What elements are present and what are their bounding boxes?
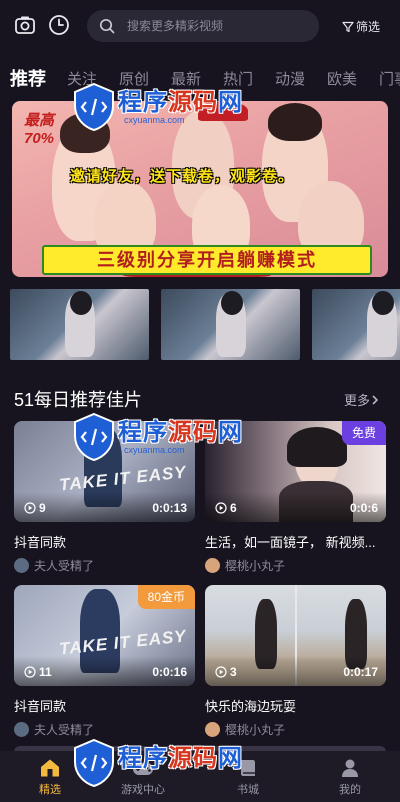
filter-button[interactable]: 筛选 — [342, 18, 380, 35]
author-row[interactable]: 樱桃小丸子 — [205, 557, 386, 574]
play-count: 6 — [215, 501, 237, 515]
tab-anime[interactable]: 动漫 — [275, 68, 305, 89]
author-row[interactable]: 樱桃小丸子 — [205, 721, 386, 738]
section-title: 51每日推荐佳片 — [14, 390, 143, 410]
filter-label: 筛选 — [356, 20, 381, 34]
author-name: 樱桃小丸子 — [225, 723, 286, 737]
play-circle-icon — [24, 666, 36, 678]
video-cover[interactable]: 3 0:0:17 — [205, 585, 386, 686]
thumbnail[interactable] — [161, 289, 300, 360]
play-circle-icon — [24, 502, 36, 514]
video-title[interactable]: 抖音同款 — [14, 532, 195, 551]
watermark-shield-icon — [74, 738, 114, 788]
video-duration: 0:0:13 — [152, 501, 187, 515]
avatar — [14, 722, 29, 737]
author-row[interactable]: 夫人受精了 — [14, 721, 195, 738]
more-label: 更多 — [344, 393, 371, 408]
video-title[interactable]: 快乐的海边玩耍 — [205, 696, 386, 715]
thumbnail[interactable] — [10, 289, 149, 360]
watermark-shield-icon — [74, 82, 114, 132]
nav-profile[interactable]: 我的 — [310, 758, 390, 797]
banner-ribbon: 三级别分享开启躺赚模式 — [42, 245, 372, 275]
author-row[interactable]: 夫人受精了 — [14, 557, 195, 574]
play-circle-icon — [215, 502, 227, 514]
banner-headline: 邀请好友，送下载卷，观影卷。 — [70, 168, 295, 185]
video-title[interactable]: 抖音同款 — [14, 696, 195, 715]
author-name: 夫人受精了 — [34, 559, 95, 573]
watermark: 程序源码网 — [72, 738, 243, 788]
tab-recommend[interactable]: 推荐 — [10, 65, 46, 91]
banner-corner-text: 最高 70% — [24, 112, 55, 147]
top-bar: 筛选 — [0, 0, 400, 52]
cover-overlay-text: TAKE IT EASY — [58, 462, 188, 495]
play-count: 9 — [24, 501, 46, 515]
video-card[interactable]: 3 0:0:17 快乐的海边玩耍 樱桃小丸子 — [205, 585, 386, 738]
watermark: 程序源码网 cxyuanma.com — [72, 82, 243, 132]
play-count: 11 — [24, 665, 52, 679]
watermark: 程序源码网 cxyuanma.com — [72, 412, 243, 462]
video-duration: 0:0:17 — [343, 665, 378, 679]
free-badge: 免费 — [341, 421, 386, 445]
search-input[interactable] — [125, 18, 309, 34]
chevron-right-icon — [372, 394, 379, 405]
user-icon — [342, 759, 358, 777]
video-title[interactable]: 生活，如一面镜子， 新视频... — [205, 532, 386, 551]
video-cover[interactable]: TAKE IT EASY 80金币 11 0:0:16 — [14, 585, 195, 686]
video-duration: 0:0:16 — [152, 665, 187, 679]
play-circle-icon — [215, 666, 227, 678]
video-duration: 0:0:6 — [349, 501, 378, 515]
filter-funnel-icon — [342, 21, 354, 32]
author-name: 樱桃小丸子 — [225, 559, 286, 573]
tab-western[interactable]: 欧美 — [327, 68, 357, 89]
play-count: 3 — [215, 665, 237, 679]
history-clock-icon[interactable] — [48, 14, 70, 36]
thumbnail-strip — [10, 289, 400, 361]
camera-icon[interactable] — [14, 14, 36, 36]
search-bar[interactable] — [87, 10, 319, 42]
video-card[interactable]: TAKE IT EASY 80金币 11 0:0:16 抖音同款 夫人受精了 — [14, 585, 195, 738]
home-icon — [41, 759, 59, 777]
avatar — [14, 558, 29, 573]
avatar — [205, 558, 220, 573]
banner-hair — [268, 103, 322, 141]
avatar — [205, 722, 220, 737]
thumbnail[interactable] — [312, 289, 400, 360]
tab-scandal[interactable]: 门事 — [379, 68, 400, 89]
cover-overlay-text: TAKE IT EASY — [58, 626, 188, 659]
watermark-shield-icon — [74, 412, 114, 462]
search-icon — [99, 18, 115, 34]
author-name: 夫人受精了 — [34, 723, 95, 737]
more-link[interactable]: 更多 — [344, 390, 380, 409]
coin-price-badge: 80金币 — [137, 585, 195, 609]
